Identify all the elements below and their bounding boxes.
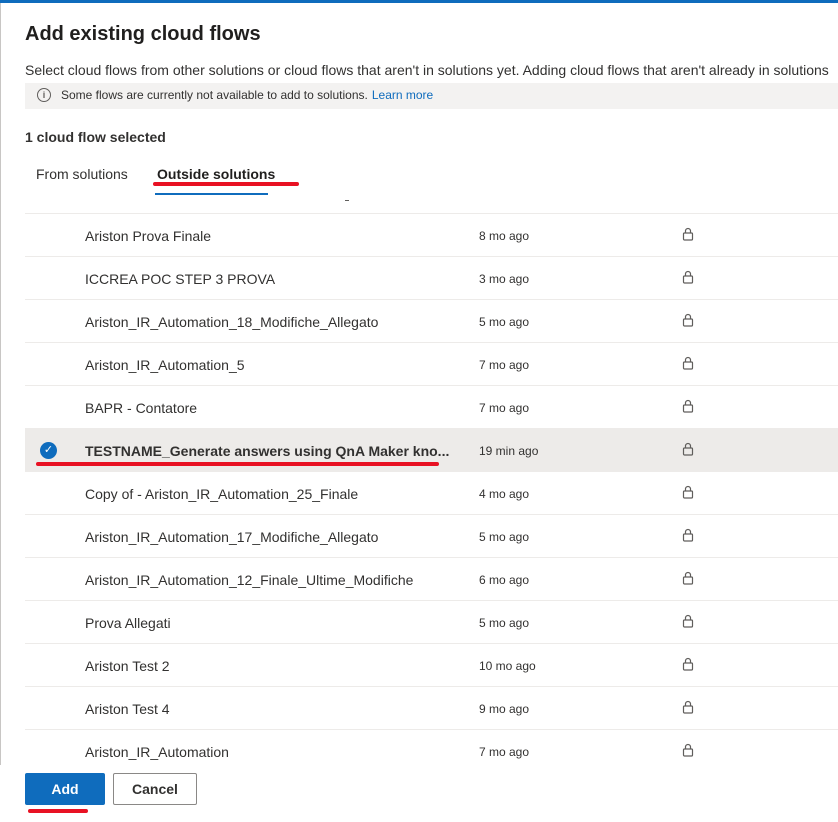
flow-name: Ariston_IR_Automation_17_Modifiche_Alleg… [85,529,379,545]
info-bar: i Some flows are currently not available… [25,83,838,109]
flow-name: Prova Allegati [85,615,171,631]
lock-icon [681,269,695,285]
flow-row[interactable]: Ariston Test 4 9 mo ago [25,687,838,730]
flow-row[interactable]: BAPR - Contatore 7 mo ago [25,386,838,429]
flow-row[interactable]: Ariston_IR_Automation 7 mo ago [25,730,838,766]
lock-icon [681,484,695,500]
flow-name: Ariston Test 4 [85,701,170,717]
flow-modified: 7 mo ago [479,401,530,415]
dialog-top-accent [0,0,838,3]
flow-modified: 8 mo ago [479,229,530,243]
flow-list[interactable]: Ariston Prova Finale 8 mo ago ICCREA POC S… [25,213,838,766]
flow-row[interactable]: Copy of - Ariston_IR_Automation_25_Final… [25,472,838,515]
flow-row[interactable]: Ariston_IR_Automation_5 7 mo ago [25,343,838,386]
flow-row[interactable]: ICCREA POC STEP 3 PROVA 3 mo ago [25,257,838,300]
dialog-left-border [0,3,1,822]
flow-row[interactable]: Ariston_IR_Automation_18_Modifiche_Alleg… [25,300,838,343]
flow-name: Ariston Prova Finale [85,228,212,244]
checkmark-circle-icon[interactable]: ✓ [40,442,57,459]
info-message-text: Some flows are currently not available t… [61,88,368,102]
lock-icon [681,355,695,371]
flow-name: BAPR - Contatore [85,400,198,416]
lock-icon [681,527,695,543]
tab-from-solutions[interactable]: From solutions [36,166,128,182]
lock-icon [681,699,695,715]
flow-name: Ariston_IR_Automation_5 [85,357,245,373]
add-button[interactable]: Add [25,773,105,805]
annotation-underline-tab [153,182,299,186]
tab-outside-solutions[interactable]: Outside solutions [157,166,275,182]
lock-icon [681,656,695,672]
lock-icon [681,441,695,457]
lock-icon [681,570,695,586]
cancel-button[interactable]: Cancel [113,773,197,805]
flow-name: Copy of - Ariston_IR_Automation_25_Final… [85,486,359,502]
flow-modified: 5 mo ago [479,616,530,630]
flow-modified: 6 mo ago [479,573,530,587]
lock-icon [681,742,695,758]
annotation-underline-selected-row [36,462,439,466]
lock-icon [681,226,695,242]
flow-name: Ariston Test 2 [85,658,170,674]
info-icon: i [37,88,51,102]
dialog-title: Add existing cloud flows [25,23,261,45]
flow-modified: 5 mo ago [479,315,530,329]
flow-row[interactable]: Ariston_IR_Automation_12_Finale_Ultime_M… [25,558,838,601]
flow-modified: 4 mo ago [479,487,530,501]
selected-count: 1 cloud flow selected [25,129,166,145]
flow-modified: 19 min ago [479,444,539,458]
divider-mark [345,200,349,201]
flow-name: ICCREA POC STEP 3 PROVA [85,271,276,287]
flow-name: Ariston_IR_Automation [85,744,229,760]
lock-icon [681,312,695,328]
lock-icon [681,398,695,414]
flow-modified: 7 mo ago [479,358,530,372]
lock-icon [681,613,695,629]
info-message: Some flows are currently not available t… [61,88,433,102]
flow-modified: 3 mo ago [479,272,530,286]
flow-row[interactable]: Ariston Test 2 10 mo ago [25,644,838,687]
annotation-underline-add [28,809,88,813]
flow-name: Ariston_IR_Automation_12_Finale_Ultime_M… [85,572,414,588]
flow-name: Ariston_IR_Automation_18_Modifiche_Alleg… [85,314,379,330]
dialog-footer: Add Cancel [0,765,838,822]
flow-row[interactable]: Ariston Prova Finale 8 mo ago [25,214,838,257]
flow-modified: 10 mo ago [479,659,536,673]
flow-modified: 5 mo ago [479,530,530,544]
learn-more-link[interactable]: Learn more [372,88,433,102]
flow-name: TESTNAME_Generate answers using QnA Make… [85,443,450,459]
flow-modified: 7 mo ago [479,745,530,759]
flow-row[interactable]: Prova Allegati 5 mo ago [25,601,838,644]
flow-row[interactable]: Ariston_IR_Automation_17_Modifiche_Alleg… [25,515,838,558]
flow-modified: 9 mo ago [479,702,530,716]
active-tab-indicator [155,193,268,195]
dialog-description: Select cloud flows from other solutions … [25,62,829,78]
